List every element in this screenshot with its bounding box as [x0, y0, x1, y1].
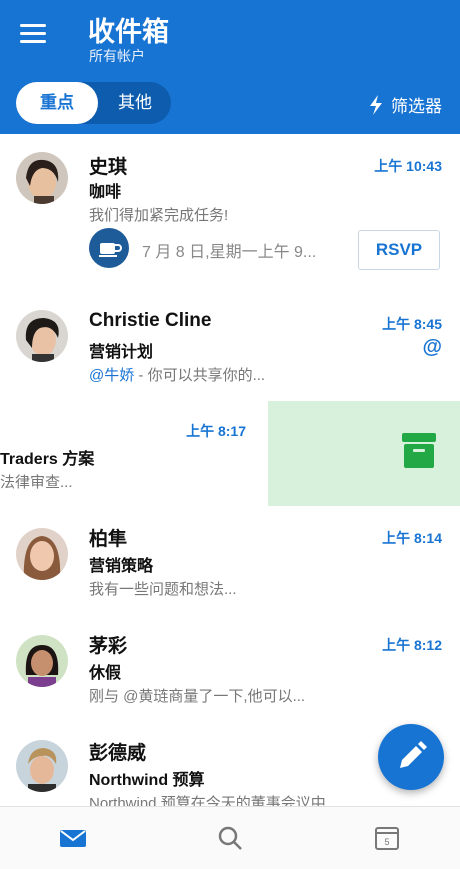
- archive-icon[interactable]: [402, 433, 436, 469]
- message-subject: Traders 方案: [0, 451, 95, 468]
- avatar: [16, 152, 68, 204]
- message-preview: @牛娇 - 你可以共享你的...: [89, 364, 265, 385]
- message-preview: Northwind 预算在今天的董事会议中: [89, 795, 326, 806]
- mention-icon: @: [422, 336, 442, 358]
- lightning-icon: [370, 94, 382, 115]
- list-item-swiped[interactable]: 上午 8:17 Traders 方案 法律审查...: [0, 401, 460, 507]
- tab-focused[interactable]: 重点: [16, 82, 98, 124]
- list-item[interactable]: Christie Cline 上午 8:45 营销计划 @ @牛娇 - 你可以共…: [0, 292, 460, 402]
- message-preview: 刚与 @黄琏商量了一下,他可以...: [89, 688, 306, 705]
- rsvp-button[interactable]: RSVP: [358, 230, 440, 270]
- message-subject: Northwind 预算: [89, 772, 205, 789]
- message-subject: 咖啡: [89, 184, 122, 201]
- message-preview: 我有一些问题和想法...: [89, 581, 237, 598]
- sender-name: 彭德威: [89, 743, 147, 764]
- message-preview: 法律审查...: [0, 474, 73, 491]
- message-time: 上午 10:43: [374, 158, 442, 174]
- message-time: 上午 8:14: [382, 530, 442, 546]
- message-list[interactable]: 史琪 上午 10:43 咖啡 我们得加紧完成任务! 7 月 8 日,星期一上午 …: [0, 134, 460, 806]
- account-subtitle: 所有帐户: [89, 48, 145, 64]
- sender-name: 柏隼: [89, 529, 128, 550]
- sender-name: 茅彩: [89, 636, 128, 657]
- menu-icon[interactable]: [20, 24, 46, 44]
- inbox-tab-switch: 重点 其他: [16, 82, 171, 124]
- bottom-tab-bar: 5: [0, 806, 460, 869]
- filter-label: 筛选器: [391, 97, 442, 116]
- list-item[interactable]: 柏隼 上午 8:14 营销策略 我有一些问题和想法...: [0, 506, 460, 614]
- coffee-icon: [89, 228, 129, 268]
- message-subject: 营销计划: [89, 344, 154, 361]
- event-details: 7 月 8 日,星期一上午 9...: [142, 244, 317, 261]
- page-title: 收件箱: [88, 17, 169, 47]
- mail-icon[interactable]: [58, 823, 88, 853]
- compose-button[interactable]: [378, 724, 444, 790]
- filter-button[interactable]: 筛选器: [369, 92, 442, 117]
- message-time: 上午 8:17: [186, 423, 246, 439]
- message-time: 上午 8:45: [382, 316, 442, 332]
- avatar: [16, 635, 68, 687]
- tab-other[interactable]: 其他: [100, 82, 170, 124]
- calendar-day: 5: [384, 837, 389, 847]
- app-header: 收件箱 所有帐户 重点 其他 筛选器: [0, 0, 460, 134]
- sender-name: 史琪: [89, 157, 128, 178]
- preview-text: - 你可以共享你的...: [134, 367, 266, 384]
- message-time: 上午 8:12: [382, 637, 442, 653]
- sender-name: Christie Cline: [89, 310, 212, 331]
- message-subject: 营销策略: [89, 558, 154, 575]
- message-subject: 休假: [89, 665, 122, 682]
- search-icon[interactable]: [215, 823, 245, 853]
- pencil-icon: [400, 741, 427, 768]
- list-item[interactable]: 茅彩 上午 8:12 休假 刚与 @黄琏商量了一下,他可以...: [0, 613, 460, 721]
- message-preview: 我们得加紧完成任务!: [89, 207, 229, 224]
- avatar: [16, 528, 68, 580]
- mention-tag: @牛娇: [89, 367, 135, 384]
- avatar: [16, 740, 68, 792]
- calendar-icon[interactable]: 5: [372, 823, 402, 853]
- list-item[interactable]: 史琪 上午 10:43 咖啡 我们得加紧完成任务! 7 月 8 日,星期一上午 …: [0, 134, 460, 293]
- avatar: [16, 310, 68, 362]
